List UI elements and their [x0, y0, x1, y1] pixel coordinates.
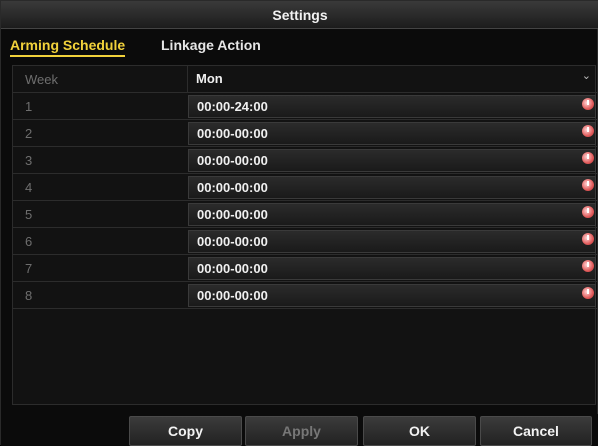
window-title: Settings [1, 1, 598, 29]
period-number: 7 [25, 261, 33, 276]
schedule-row: 7 00:00-00:00 [13, 255, 597, 282]
schedule-row: 2 00:00-00:00 [13, 120, 597, 147]
period-number: 5 [25, 207, 33, 222]
cancel-button[interactable]: Cancel [480, 416, 592, 446]
clock-icon[interactable] [582, 233, 594, 245]
clock-icon[interactable] [582, 152, 594, 164]
button-bar: Copy Apply OK Cancel [1, 414, 598, 446]
settings-window: Settings Arming Schedule Linkage Action … [0, 0, 598, 446]
week-row: Week Mon ⌄ [13, 66, 597, 93]
schedule-row: 8 00:00-00:00 [13, 282, 597, 309]
clock-icon[interactable] [582, 179, 594, 191]
tab-linkage-action[interactable]: Linkage Action [161, 37, 261, 55]
clock-icon[interactable] [582, 206, 594, 218]
clock-icon[interactable] [582, 125, 594, 137]
period-time-field[interactable]: 00:00-00:00 [188, 284, 596, 307]
schedule-panel: Week Mon ⌄ 1 00:00-24:00 2 00:00-00:00 3… [12, 65, 597, 405]
period-time-field[interactable]: 00:00-00:00 [188, 149, 596, 172]
chevron-down-icon[interactable]: ⌄ [582, 69, 591, 82]
clock-icon[interactable] [582, 287, 594, 299]
clock-icon[interactable] [582, 98, 594, 110]
period-time-field[interactable]: 00:00-00:00 [188, 122, 596, 145]
schedule-row: 4 00:00-00:00 [13, 174, 597, 201]
tab-arming-schedule[interactable]: Arming Schedule [10, 37, 126, 57]
tab-bar: Arming Schedule Linkage Action [1, 31, 598, 59]
schedule-row: 1 00:00-24:00 [13, 93, 597, 120]
period-number: 4 [25, 180, 33, 195]
copy-button[interactable]: Copy [129, 416, 242, 446]
clock-icon[interactable] [582, 260, 594, 272]
schedule-row: 6 00:00-00:00 [13, 228, 597, 255]
period-time-field[interactable]: 00:00-00:00 [188, 257, 596, 280]
period-number: 2 [25, 126, 33, 141]
period-time-field[interactable]: 00:00-00:00 [188, 203, 596, 226]
period-number: 6 [25, 234, 33, 249]
ok-button[interactable]: OK [363, 416, 476, 446]
period-number: 8 [25, 288, 33, 303]
period-time-field[interactable]: 00:00-24:00 [188, 95, 596, 118]
apply-button[interactable]: Apply [245, 416, 358, 446]
period-number: 3 [25, 153, 33, 168]
schedule-row: 5 00:00-00:00 [13, 201, 597, 228]
schedule-row: 3 00:00-00:00 [13, 147, 597, 174]
period-time-field[interactable]: 00:00-00:00 [188, 176, 596, 199]
period-number: 1 [25, 99, 33, 114]
period-time-field[interactable]: 00:00-00:00 [188, 230, 596, 253]
week-label: Week [25, 72, 58, 87]
week-select[interactable]: Mon [188, 68, 596, 91]
